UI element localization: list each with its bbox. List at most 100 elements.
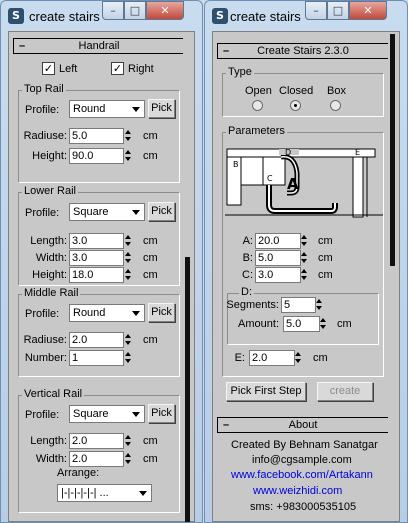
spinner-arrows[interactable] (125, 451, 134, 467)
top-rail-radius-spinner[interactable]: 5.0 (69, 128, 134, 144)
scrollbar[interactable] (388, 32, 398, 521)
lower-rail-width-spinner[interactable]: 3.0 (69, 250, 134, 266)
about-rollout-header[interactable]: – About (217, 417, 389, 433)
minimize-icon[interactable]: – (305, 1, 327, 20)
height-label: Height: (32, 150, 67, 162)
middle-rail-profile-dropdown[interactable]: Round (69, 304, 145, 322)
spinner-arrows[interactable] (295, 350, 304, 366)
middle-rail-number-spinner[interactable]: 1 (69, 350, 134, 366)
spinner-arrows[interactable] (320, 316, 329, 332)
minimize-icon[interactable]: – (102, 1, 124, 20)
left-checkbox[interactable]: ✓ (42, 62, 55, 75)
top-rail-pick-button[interactable]: Pick (148, 99, 175, 118)
spinner-arrows[interactable] (301, 267, 310, 283)
unit-label: cm (143, 453, 158, 465)
width-label: Width: (35, 252, 67, 264)
closed-radio[interactable] (290, 100, 301, 111)
spinner-field[interactable]: 2.0 (69, 332, 124, 348)
segments-label: Segments: (226, 299, 279, 311)
middle-rail-label: Middle Rail (22, 287, 81, 300)
right-label: Right (128, 63, 154, 75)
spinner-field[interactable]: 5.0 (69, 128, 124, 144)
facebook-link[interactable]: www.facebook.com/Artakann (231, 469, 373, 482)
type-option-open: Open (245, 85, 272, 97)
type-option-closed: Closed (279, 85, 314, 97)
spinner-field[interactable]: 18.0 (69, 267, 124, 283)
maximize-icon[interactable]: □ (124, 1, 146, 20)
close-icon[interactable]: ✕ (146, 1, 184, 20)
c-spinner[interactable]: 3.0 (255, 267, 310, 283)
vertical-rail-pick-button[interactable]: Pick (148, 404, 175, 423)
spinner-field[interactable]: 2.0 (69, 433, 124, 449)
spinner-arrows[interactable] (125, 267, 134, 283)
b-spinner[interactable]: 5.0 (255, 250, 310, 266)
scrollbar[interactable] (183, 32, 193, 522)
vertical-rail-profile-dropdown[interactable]: Square (69, 405, 145, 423)
spinner-arrows[interactable] (125, 233, 134, 249)
rollout-panel: – Handrail ✓ Left ✓ Right Top Rail Profi… (8, 31, 195, 522)
website-link[interactable]: www.weizhidi.com (253, 485, 342, 498)
top-rail-height-spinner[interactable]: 90.0 (69, 148, 134, 164)
rollout-title: About (288, 419, 318, 431)
spinner-arrows[interactable] (316, 297, 325, 313)
scroll-thumb[interactable] (185, 257, 190, 522)
dropdown-value: Round (73, 307, 106, 319)
spinner-arrows[interactable] (125, 128, 134, 144)
spinner-field[interactable]: 5 (281, 297, 316, 313)
segments-spinner[interactable]: 5 (281, 297, 325, 313)
title-bar[interactable]: S create stairs – □ ✕ (205, 1, 407, 31)
open-radio[interactable] (252, 100, 263, 111)
spinner-arrows[interactable] (301, 233, 310, 249)
maximize-icon[interactable]: □ (327, 1, 349, 20)
vertical-rail-length-spinner[interactable]: 2.0 (69, 433, 134, 449)
stairs-diagram: B C D A E (223, 143, 383, 229)
lower-rail-height-spinner[interactable]: 18.0 (69, 267, 134, 283)
diagram-label-e: E (355, 148, 360, 157)
spinner-field[interactable]: 2.0 (69, 451, 124, 467)
spinner-arrows[interactable] (125, 148, 134, 164)
spinner-arrows[interactable] (301, 250, 310, 266)
a-spinner[interactable]: 20.0 (255, 233, 310, 249)
spinner-arrows[interactable] (125, 433, 134, 449)
spinner-field[interactable]: 5.0 (255, 250, 301, 266)
spinner-arrows[interactable] (125, 250, 134, 266)
box-radio[interactable] (330, 100, 341, 111)
spinner-field[interactable]: 2.0 (249, 350, 295, 366)
e-spinner[interactable]: 2.0 (249, 350, 304, 366)
spinner-field[interactable]: 20.0 (255, 233, 301, 249)
arrange-dropdown[interactable]: |-|-|-|-|-| ... (57, 484, 152, 502)
profile-label: Profile: (25, 207, 60, 219)
top-rail-label: Top Rail (22, 83, 66, 96)
spinner-field[interactable]: 3.0 (255, 267, 301, 283)
middle-rail-radius-spinner[interactable]: 2.0 (69, 332, 134, 348)
top-rail-profile-dropdown[interactable]: Round (69, 100, 145, 118)
lower-rail-profile-dropdown[interactable]: Square (69, 203, 145, 221)
pick-first-step-button[interactable]: Pick First Step (226, 382, 306, 401)
unit-label: cm (318, 252, 333, 264)
spinner-arrows[interactable] (125, 332, 134, 348)
spinner-field[interactable]: 90.0 (69, 148, 124, 164)
unit-label: cm (143, 235, 158, 247)
height-label: Height: (32, 269, 67, 281)
scroll-thumb[interactable] (390, 34, 395, 266)
lower-rail-length-spinner[interactable]: 3.0 (69, 233, 134, 249)
spinner-field[interactable]: 1 (69, 350, 124, 366)
create-button[interactable]: create (317, 382, 373, 401)
spinner-field[interactable]: 3.0 (69, 250, 124, 266)
create-stairs-rollout-header[interactable]: – Create Stairs 2.3.0 (217, 43, 389, 59)
sms-text: sms: +983000535105 (250, 501, 357, 513)
vertical-rail-width-spinner[interactable]: 2.0 (69, 451, 134, 467)
middle-rail-pick-button[interactable]: Pick (148, 303, 175, 322)
app-icon: S (8, 8, 24, 24)
profile-label: Profile: (25, 104, 60, 116)
title-bar[interactable]: S create stairs – □ ✕ (1, 1, 202, 31)
lower-rail-pick-button[interactable]: Pick (148, 202, 175, 221)
spinner-arrows[interactable] (125, 350, 134, 366)
right-checkbox[interactable]: ✓ (111, 62, 124, 75)
amount-spinner[interactable]: 5.0 (283, 316, 329, 332)
spinner-field[interactable]: 3.0 (69, 233, 124, 249)
window-title: create stairs (29, 9, 100, 24)
spinner-field[interactable]: 5.0 (283, 316, 320, 332)
handrail-rollout-header[interactable]: – Handrail (13, 38, 185, 54)
close-icon[interactable]: ✕ (349, 1, 387, 20)
